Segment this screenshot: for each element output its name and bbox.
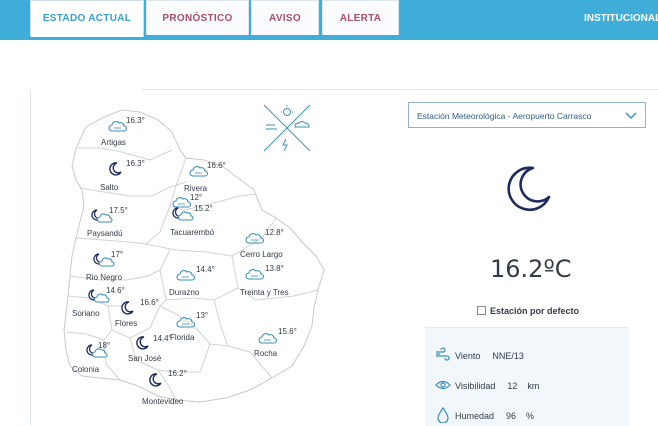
station-temp: 16.2° <box>168 369 187 378</box>
station-name[interactable]: Cerro Largo <box>240 250 283 259</box>
cloud-icon <box>176 315 196 331</box>
station-name[interactable]: Soriano <box>72 309 100 318</box>
station-temp: 16.3° <box>126 116 145 125</box>
station-name[interactable]: Colonia <box>72 365 99 374</box>
wind-value: NNE/13 <box>492 351 524 361</box>
station-select-value: Estación Meteorológica - Aeropuerto Carr… <box>417 111 592 121</box>
station-temp: 16.6° <box>140 298 159 307</box>
station-temp: 13° <box>196 311 209 320</box>
station-name[interactable]: Tacuarembó <box>170 228 214 237</box>
cloud-icon <box>258 331 278 347</box>
station-name[interactable]: Florida <box>170 333 194 342</box>
moon-icon <box>108 162 122 178</box>
station-name[interactable]: Rio Negro <box>86 273 122 282</box>
station-name[interactable]: Paysandú <box>87 229 123 238</box>
cloud-icon <box>189 164 209 180</box>
station-name[interactable]: Durazno <box>169 288 199 297</box>
default-station-label: Estación por defecto <box>490 306 580 316</box>
visibility-value: 12 <box>507 381 518 391</box>
station-name[interactable]: Salto <box>100 183 118 192</box>
cloud-icon <box>108 119 128 135</box>
wind-label: Viento <box>455 351 481 361</box>
station-name[interactable]: Montevideo <box>142 397 183 406</box>
weather-legend-icon <box>263 104 311 152</box>
station-name[interactable]: Rocha <box>254 349 277 358</box>
station-temp: 16.3° <box>126 159 145 168</box>
drop-icon <box>437 407 449 423</box>
station-name[interactable]: Treinta y Tres <box>240 288 289 297</box>
station-temp: 17° <box>111 250 124 259</box>
station-select[interactable]: Estación Meteorológica - Aeropuerto Carr… <box>408 102 646 128</box>
station-temp: 15.6° <box>278 327 297 336</box>
visibility-unit: km <box>527 381 540 391</box>
station-name[interactable]: Rivera <box>184 184 207 193</box>
humidity-unit: % <box>526 411 535 421</box>
station-temp: 12.8° <box>265 228 284 237</box>
cloud-icon <box>245 231 265 247</box>
current-temperature: 16.2ºC <box>490 255 572 283</box>
visibility-label: Visibilidad <box>455 381 496 391</box>
default-station-checkbox[interactable]: Estación por defecto <box>477 306 579 316</box>
station-name[interactable]: Flores <box>115 319 137 328</box>
station-temp: 15.2° <box>194 204 213 213</box>
humidity-value: 96 <box>506 411 517 421</box>
station-temp: 17.5° <box>109 206 128 215</box>
cloud-icon <box>245 267 265 283</box>
moon-icon <box>120 301 134 317</box>
checkbox-box[interactable] <box>477 306 486 315</box>
cloud-icon <box>176 268 196 284</box>
station-temp: 13.8° <box>265 264 284 273</box>
station-temp: 16.6° <box>207 161 226 170</box>
moon-icon <box>507 166 551 211</box>
station-temp: 18° <box>98 341 111 350</box>
station-name[interactable]: Artigas <box>101 138 126 147</box>
details-panel: Viento NNE/13 Visibilidad 12 km Humedad 96% <box>425 327 629 426</box>
moon-icon <box>135 336 149 352</box>
moon-icon <box>148 373 162 389</box>
wind-icon <box>436 347 450 361</box>
chevron-down-icon <box>625 112 637 120</box>
station-temp: 14.4° <box>153 334 172 343</box>
humidity-label: Humedad <box>455 411 495 421</box>
station-temp: 12° <box>190 193 203 202</box>
partly-cloudy-night-icon <box>172 207 194 223</box>
station-name[interactable]: San José <box>128 354 161 363</box>
eye-icon <box>435 380 451 390</box>
station-temp: 14.6° <box>106 286 125 295</box>
station-temp: 14.4° <box>196 265 215 274</box>
